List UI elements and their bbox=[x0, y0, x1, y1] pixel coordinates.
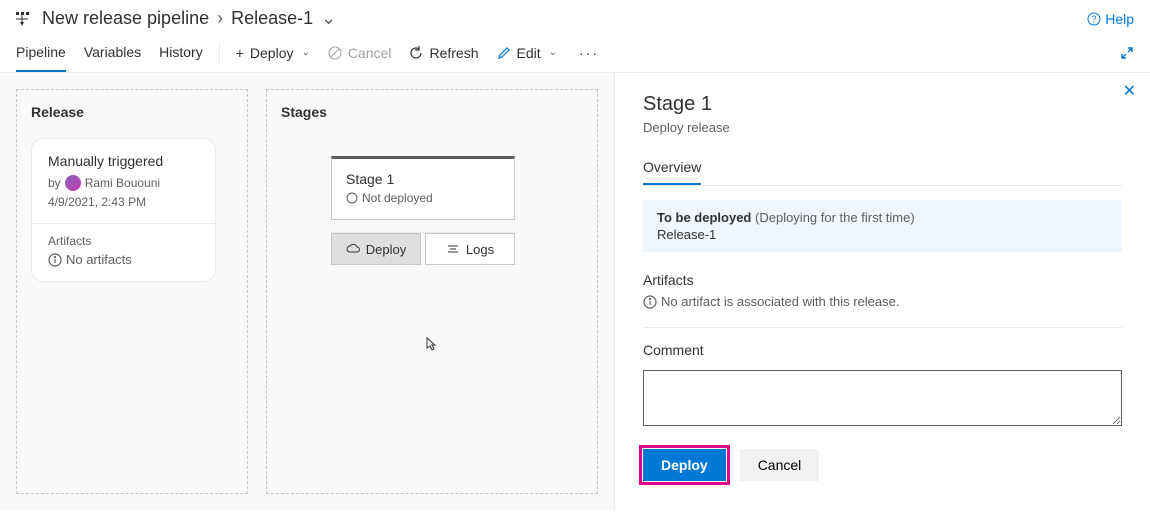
stage-deploy-button[interactable]: Deploy bbox=[331, 233, 421, 265]
release-trigger: Manually triggered bbox=[48, 153, 199, 169]
stage-logs-button[interactable]: Logs bbox=[425, 233, 515, 265]
stage-card[interactable]: Stage 1 Not deployed bbox=[331, 156, 515, 220]
pencil-icon bbox=[497, 46, 511, 60]
svg-text:?: ? bbox=[1092, 14, 1097, 24]
logs-icon bbox=[446, 242, 460, 256]
chevron-down-icon: ⌄ bbox=[302, 47, 310, 58]
no-artifact-message: No artifact is associated with this rele… bbox=[643, 294, 1122, 309]
tab-variables[interactable]: Variables bbox=[84, 34, 141, 72]
cursor-icon bbox=[422, 336, 440, 356]
circle-icon bbox=[346, 192, 358, 204]
release-panel: Release Manually triggered by Rami Bouou… bbox=[16, 89, 248, 494]
release-date: 4/9/2021, 2:43 PM bbox=[48, 195, 199, 209]
help-link[interactable]: ? Help bbox=[1087, 11, 1134, 27]
tab-overview[interactable]: Overview bbox=[643, 153, 701, 185]
release-panel-title: Release bbox=[31, 104, 233, 120]
refresh-action[interactable]: Refresh bbox=[409, 45, 478, 61]
tab-history[interactable]: History bbox=[159, 34, 203, 72]
info-icon bbox=[643, 295, 657, 309]
info-icon bbox=[48, 253, 62, 267]
stage-name: Stage 1 bbox=[346, 171, 500, 187]
chevron-down-icon[interactable]: ⌄ bbox=[321, 8, 336, 29]
breadcrumb: New release pipeline › Release-1 ⌄ bbox=[42, 8, 336, 29]
artifacts-section-title: Artifacts bbox=[643, 272, 1122, 288]
release-author: by Rami Bououni bbox=[48, 175, 199, 191]
artifacts-label: Artifacts bbox=[48, 234, 199, 248]
cancel-icon bbox=[328, 46, 342, 60]
plus-icon: + bbox=[236, 45, 244, 61]
breadcrumb-current[interactable]: Release-1 bbox=[231, 8, 313, 29]
close-button[interactable]: ✕ bbox=[1123, 81, 1136, 101]
panel-subtitle: Deploy release bbox=[643, 120, 1122, 135]
cancel-button[interactable]: Cancel bbox=[740, 449, 820, 481]
edit-action[interactable]: Edit ⌄ bbox=[497, 45, 558, 61]
chevron-down-icon: ⌄ bbox=[549, 47, 557, 58]
comment-input[interactable] bbox=[643, 370, 1122, 426]
deploy-action[interactable]: + Deploy ⌄ bbox=[236, 45, 310, 61]
stages-panel-title: Stages bbox=[281, 104, 583, 120]
more-actions[interactable]: ··· bbox=[579, 45, 599, 61]
tab-pipeline[interactable]: Pipeline bbox=[16, 34, 66, 72]
deploy-info-box: To be deployed (Deploying for the first … bbox=[643, 200, 1122, 252]
deploy-button[interactable]: Deploy bbox=[643, 449, 726, 481]
cloud-icon bbox=[346, 242, 360, 256]
stages-panel: Stages Stage 1 Not deployed Deploy bbox=[266, 89, 598, 494]
comment-label: Comment bbox=[643, 342, 1122, 358]
release-card[interactable]: Manually triggered by Rami Bououni 4/9/2… bbox=[31, 138, 216, 282]
no-artifacts: No artifacts bbox=[48, 252, 199, 267]
pipeline-icon bbox=[16, 12, 32, 26]
separator bbox=[219, 42, 220, 64]
stage-status: Not deployed bbox=[346, 191, 500, 205]
expand-icon[interactable] bbox=[1120, 46, 1134, 60]
refresh-icon bbox=[409, 46, 423, 60]
chevron-right-icon: › bbox=[217, 8, 223, 29]
avatar bbox=[65, 175, 81, 191]
panel-title: Stage 1 bbox=[643, 93, 1122, 116]
divider bbox=[32, 223, 215, 224]
cancel-action: Cancel bbox=[328, 45, 392, 61]
breadcrumb-parent[interactable]: New release pipeline bbox=[42, 8, 209, 29]
deploy-panel: ✕ Stage 1 Deploy release Overview To be … bbox=[614, 73, 1150, 510]
divider bbox=[643, 327, 1122, 328]
